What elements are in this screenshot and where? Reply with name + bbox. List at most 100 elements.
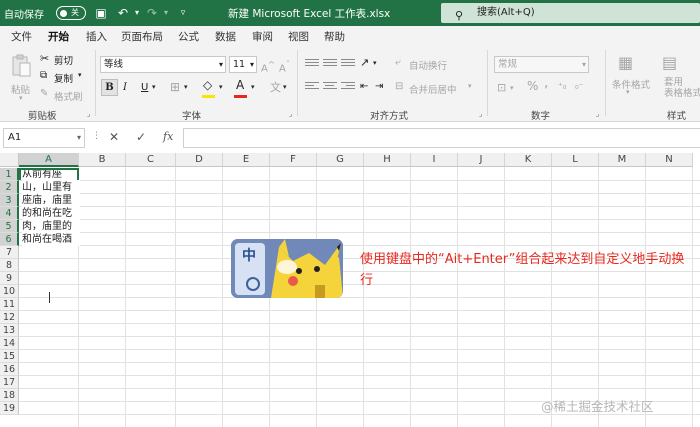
- align-middle-icon[interactable]: [323, 57, 337, 68]
- copy-dropdown-icon[interactable]: ▾: [78, 71, 82, 79]
- tab-home[interactable]: 开始: [48, 29, 69, 49]
- italic-button[interactable]: I: [123, 79, 127, 96]
- autosave-toggle[interactable]: 关: [56, 6, 86, 20]
- cut-button[interactable]: 剪切: [54, 53, 73, 67]
- tab-page-layout[interactable]: 页面布局: [121, 29, 163, 44]
- phonetic-icon[interactable]: 文: [270, 79, 281, 96]
- column-header[interactable]: M: [599, 153, 646, 167]
- tab-view[interactable]: 视图: [288, 29, 309, 44]
- tab-data[interactable]: 数据: [215, 29, 236, 44]
- align-left-icon[interactable]: [305, 80, 319, 91]
- font-launcher-icon[interactable]: ⌟: [289, 110, 292, 118]
- wrap-text-button[interactable]: 自动换行: [409, 58, 447, 72]
- currency-icon[interactable]: ⊡: [497, 79, 506, 96]
- column-header[interactable]: F: [270, 153, 317, 167]
- column-header[interactable]: G: [317, 153, 364, 167]
- underline-button[interactable]: U: [141, 79, 148, 96]
- row-header[interactable]: 19: [0, 402, 19, 415]
- row-header[interactable]: 11: [0, 298, 19, 311]
- customize-qat-icon[interactable]: ▿: [174, 4, 192, 22]
- align-center-icon[interactable]: [323, 80, 337, 91]
- number-launcher-icon[interactable]: ⌟: [596, 110, 599, 118]
- redo-dropdown-icon[interactable]: ▾: [157, 4, 175, 22]
- orientation-icon[interactable]: ↗: [360, 54, 369, 71]
- row-header[interactable]: 16: [0, 363, 19, 376]
- currency-dropdown-icon[interactable]: ▾: [510, 80, 514, 97]
- row-header[interactable]: 18: [0, 389, 19, 402]
- fill-color-icon[interactable]: ◇: [203, 77, 212, 94]
- tab-formulas[interactable]: 公式: [178, 29, 199, 44]
- row-header[interactable]: 4: [0, 207, 19, 220]
- search-box[interactable]: ⚲ 搜索(Alt+Q): [441, 3, 700, 23]
- row-header[interactable]: 5: [0, 220, 19, 233]
- column-header[interactable]: E: [223, 153, 270, 167]
- column-header[interactable]: N: [646, 153, 693, 167]
- row-header[interactable]: 10: [0, 285, 19, 298]
- underline-dropdown-icon[interactable]: ▾: [152, 79, 156, 96]
- row-header[interactable]: 1: [0, 168, 19, 181]
- formula-input[interactable]: [183, 128, 700, 148]
- insert-function-button[interactable]: fx: [163, 130, 173, 143]
- alignment-launcher-icon[interactable]: ⌟: [479, 110, 482, 118]
- cancel-icon[interactable]: ✕: [109, 130, 119, 144]
- column-header[interactable]: H: [364, 153, 411, 167]
- column-header[interactable]: B: [79, 153, 126, 167]
- tab-file[interactable]: 文件: [11, 29, 32, 44]
- merge-dropdown-icon[interactable]: ▾: [468, 82, 472, 90]
- paste-button[interactable]: [10, 54, 34, 80]
- row-header[interactable]: 13: [0, 324, 19, 337]
- name-box[interactable]: A1 ▾: [3, 128, 85, 148]
- font-color-icon[interactable]: A: [236, 77, 244, 94]
- conditional-dropdown-icon[interactable]: ▾: [626, 88, 630, 96]
- column-header[interactable]: C: [126, 153, 176, 167]
- decrease-decimal-icon[interactable]: ₀⁻: [575, 79, 583, 96]
- border-dropdown-icon[interactable]: ▾: [184, 79, 188, 96]
- font-color-dropdown-icon[interactable]: ▾: [251, 79, 255, 96]
- fill-dropdown-icon[interactable]: ▾: [219, 79, 223, 96]
- align-top-icon[interactable]: [305, 57, 319, 68]
- row-header[interactable]: 8: [0, 259, 19, 272]
- font-name-select[interactable]: 等线 ▾: [100, 56, 226, 73]
- row-header[interactable]: 2: [0, 181, 19, 194]
- select-all-corner[interactable]: [0, 153, 19, 167]
- orientation-dropdown-icon[interactable]: ▾: [373, 55, 377, 72]
- increase-indent-icon[interactable]: ⇥: [375, 78, 383, 95]
- merge-center-button[interactable]: 合并后居中: [409, 82, 457, 96]
- clipboard-launcher-icon[interactable]: ⌟: [87, 110, 90, 118]
- column-header[interactable]: A: [19, 153, 79, 167]
- column-header[interactable]: J: [458, 153, 505, 167]
- row-header[interactable]: 3: [0, 194, 19, 207]
- bold-button[interactable]: B: [101, 79, 118, 96]
- column-header[interactable]: I: [411, 153, 458, 167]
- column-header[interactable]: K: [505, 153, 552, 167]
- phonetic-dropdown-icon[interactable]: ▾: [283, 79, 287, 96]
- column-header[interactable]: L: [552, 153, 599, 167]
- row-header[interactable]: 12: [0, 311, 19, 324]
- increase-decimal-icon[interactable]: ⁺₀: [558, 79, 566, 96]
- row-header[interactable]: 6: [0, 233, 19, 246]
- border-icon[interactable]: ⊞: [170, 79, 180, 96]
- row-header[interactable]: 9: [0, 272, 19, 285]
- decrease-indent-icon[interactable]: ⇤: [360, 78, 368, 95]
- row-header[interactable]: 17: [0, 376, 19, 389]
- comma-icon[interactable]: ,: [544, 75, 548, 92]
- percent-icon[interactable]: %: [527, 78, 538, 95]
- decrease-font-icon[interactable]: Aˇ: [279, 56, 290, 77]
- align-right-icon[interactable]: [341, 80, 355, 91]
- enter-icon[interactable]: ✓: [136, 130, 146, 144]
- tab-review[interactable]: 审阅: [252, 29, 273, 44]
- format-as-table-button[interactable]: 套用 表格格式: [664, 77, 700, 99]
- font-size-select[interactable]: 11 ▾: [229, 56, 257, 73]
- row-header[interactable]: 15: [0, 350, 19, 363]
- align-bottom-icon[interactable]: [341, 57, 355, 68]
- increase-font-icon[interactable]: A^: [261, 56, 275, 77]
- paste-dropdown-icon[interactable]: ▾: [19, 94, 23, 102]
- tab-help[interactable]: 帮助: [324, 29, 345, 44]
- copy-button[interactable]: 复制: [54, 71, 73, 85]
- column-header[interactable]: D: [176, 153, 223, 167]
- row-header[interactable]: 14: [0, 337, 19, 350]
- number-format-select[interactable]: 常规 ▾: [494, 56, 589, 73]
- tab-insert[interactable]: 插入: [86, 29, 107, 44]
- conditional-format-button[interactable]: 条件格式: [612, 77, 650, 91]
- row-header[interactable]: 7: [0, 246, 19, 259]
